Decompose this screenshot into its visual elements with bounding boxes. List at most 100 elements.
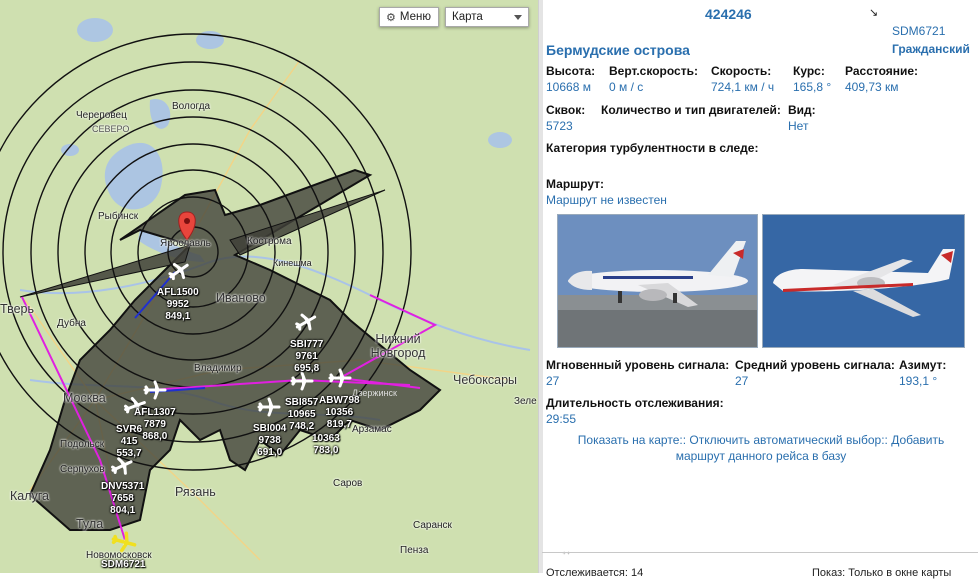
aircraft-photo-image [558, 215, 757, 347]
city-label: Тула [76, 517, 104, 531]
flight-callsign: SDM6721 [101, 559, 146, 570]
azimuth-value: 193,1 ° [899, 374, 938, 388]
flight-altitude: 10965 [287, 409, 316, 420]
flight-label[interactable]: SBI004 9738 691,0 [253, 423, 286, 459]
view-label: Вид: [788, 103, 816, 117]
add-route-link[interactable]: маршрут данного рейса в базу [546, 448, 976, 464]
signal-instant-value: 27 [546, 374, 560, 388]
city-label: Дубна [57, 318, 86, 329]
status-bar: Отслеживается: 14 Показ: Только в окне к… [542, 552, 978, 579]
azimuth-label: Азимут: [899, 358, 947, 372]
flight-callsign: SBI857 [285, 397, 319, 408]
signal-instant-label: Мгновенный уровень сигнала: [546, 358, 730, 372]
distance-label: Расстояние: [845, 64, 919, 78]
flight-callsign: AFL1500 [157, 287, 199, 298]
squawk-value: 5723 [546, 119, 573, 133]
view-value: Нет [788, 119, 809, 133]
flight-label[interactable]: 10363 783,0 [312, 433, 340, 457]
flight-callsign: SVR6 [116, 424, 143, 435]
city-label: Калуга [10, 489, 50, 503]
aircraft-photo-image [763, 215, 964, 347]
flight-speed: 748,2 [289, 421, 315, 432]
altitude-label: Высота: [546, 64, 596, 78]
map-canvas[interactable] [0, 0, 538, 573]
flight-label[interactable]: SBI777 9761 695,8 [290, 339, 323, 375]
gear-icon: ⚙ [386, 11, 396, 24]
flight-callsign: SBI004 [253, 423, 287, 434]
tracking-duration-label: Длительность отслеживания: [546, 396, 724, 410]
flight-speed: 849,1 [165, 311, 191, 322]
hex-id: 424246 [705, 6, 752, 22]
city-label: Рязань [175, 485, 216, 499]
city-label: Саров [333, 478, 363, 489]
collapse-arrow-icon[interactable]: ↘ [869, 6, 878, 19]
aircraft-category: Гражданский [892, 42, 970, 56]
flight-altitude: 10356 [325, 407, 354, 418]
flight-label[interactable]: ABW798 10356 819,7 [319, 395, 360, 431]
city-label: Ярославль [160, 238, 211, 249]
map-layer-select[interactable]: Карта [445, 7, 529, 27]
map-menu-button[interactable]: ⚙ Меню [379, 7, 439, 27]
flight-callsign: SBI777 [290, 339, 324, 350]
flight-altitude: 9761 [295, 351, 318, 362]
vertical-speed-label: Верт.скорость: [609, 64, 698, 78]
city-label: Москва [63, 391, 106, 405]
altitude-value: 10668 м [546, 80, 591, 94]
chevron-down-icon [514, 14, 522, 20]
route-value: Маршрут не известен [546, 193, 667, 207]
engines-label: Количество и тип двигателей: [601, 103, 781, 117]
selected-flight-label[interactable]: SDM6721 [101, 559, 145, 571]
city-label: Иваново [216, 291, 266, 305]
heading-value: 165,8 ° [793, 80, 832, 94]
city-label: Кострома [247, 236, 292, 247]
flight-speed: 819,7 [326, 419, 352, 430]
aircraft-photo[interactable] [557, 214, 758, 348]
city-label: Зеле [514, 396, 537, 407]
flight-speed: 553,7 [116, 448, 142, 459]
flight-altitude: 7658 [111, 493, 134, 504]
speed-label: Скорость: [711, 64, 772, 78]
city-label: Рыбинск [98, 211, 139, 222]
panel-actions: Показать на карте:: Отключить автоматиче… [546, 432, 976, 464]
map-view[interactable]: Вологда Череповец СЕВЕРО Рыбинск Ярослав… [0, 0, 538, 573]
city-label: Нижний Новгород [370, 332, 426, 360]
distance-value: 409,73 км [845, 80, 899, 94]
vertical-speed-value: 0 м / с [609, 80, 644, 94]
signal-avg-value: 27 [735, 374, 749, 388]
map-layer-value: Карта [452, 11, 483, 23]
city-label: Тверь [0, 302, 35, 316]
squawk-label: Сквок: [546, 103, 586, 117]
flight-callsign: AFL1307 [134, 407, 176, 418]
city-label: Серпухов [60, 464, 105, 475]
flight-speed: 783,0 [313, 445, 339, 456]
display-mode: Показ: Только в окне карты [812, 567, 952, 579]
flight-altitude: 9738 [258, 435, 281, 446]
heading-label: Курс: [793, 64, 825, 78]
city-label: Подольск [60, 439, 105, 450]
speed-value: 724,1 км / ч [711, 80, 775, 94]
aircraft-photo[interactable] [762, 214, 965, 348]
country: Бермудские острова [546, 42, 690, 58]
flight-altitude: 415 [120, 436, 138, 447]
flight-speed: 691,0 [257, 447, 283, 458]
city-label: Кинешма [273, 258, 312, 268]
aircraft-info-panel: 424246 ↘ Бермудские острова SDM6721 Граж… [542, 0, 978, 579]
turbulence-label: Категория турбулентности в следе: [546, 141, 759, 155]
flight-label[interactable]: SVR6 415 553,7 [116, 424, 142, 460]
city-label: Чебоксары [453, 373, 518, 387]
flight-callsign: ABW798 [319, 395, 360, 406]
flight-label[interactable]: DNV5371 7658 804,1 [101, 481, 144, 517]
signal-avg-label: Средний уровень сигнала: [735, 358, 895, 372]
actions-line[interactable]: Показать на карте:: Отключить автоматиче… [546, 432, 976, 448]
city-label: Владимир [194, 363, 242, 374]
menu-button-label: Меню [399, 11, 431, 23]
flight-label[interactable]: AFL1500 9952 849,1 [157, 287, 199, 323]
tracked-count: Отслеживается: 14 [546, 567, 644, 579]
city-label: Вологда [172, 101, 211, 112]
city-label: СЕВЕРО [92, 124, 130, 134]
city-label: Пенза [400, 545, 429, 556]
flight-altitude: 10363 [312, 433, 340, 444]
tracking-duration-value: 29:55 [546, 412, 577, 426]
flight-speed: 804,1 [110, 505, 136, 516]
flight-label[interactable]: SBI857 10965 748,2 [285, 397, 318, 433]
